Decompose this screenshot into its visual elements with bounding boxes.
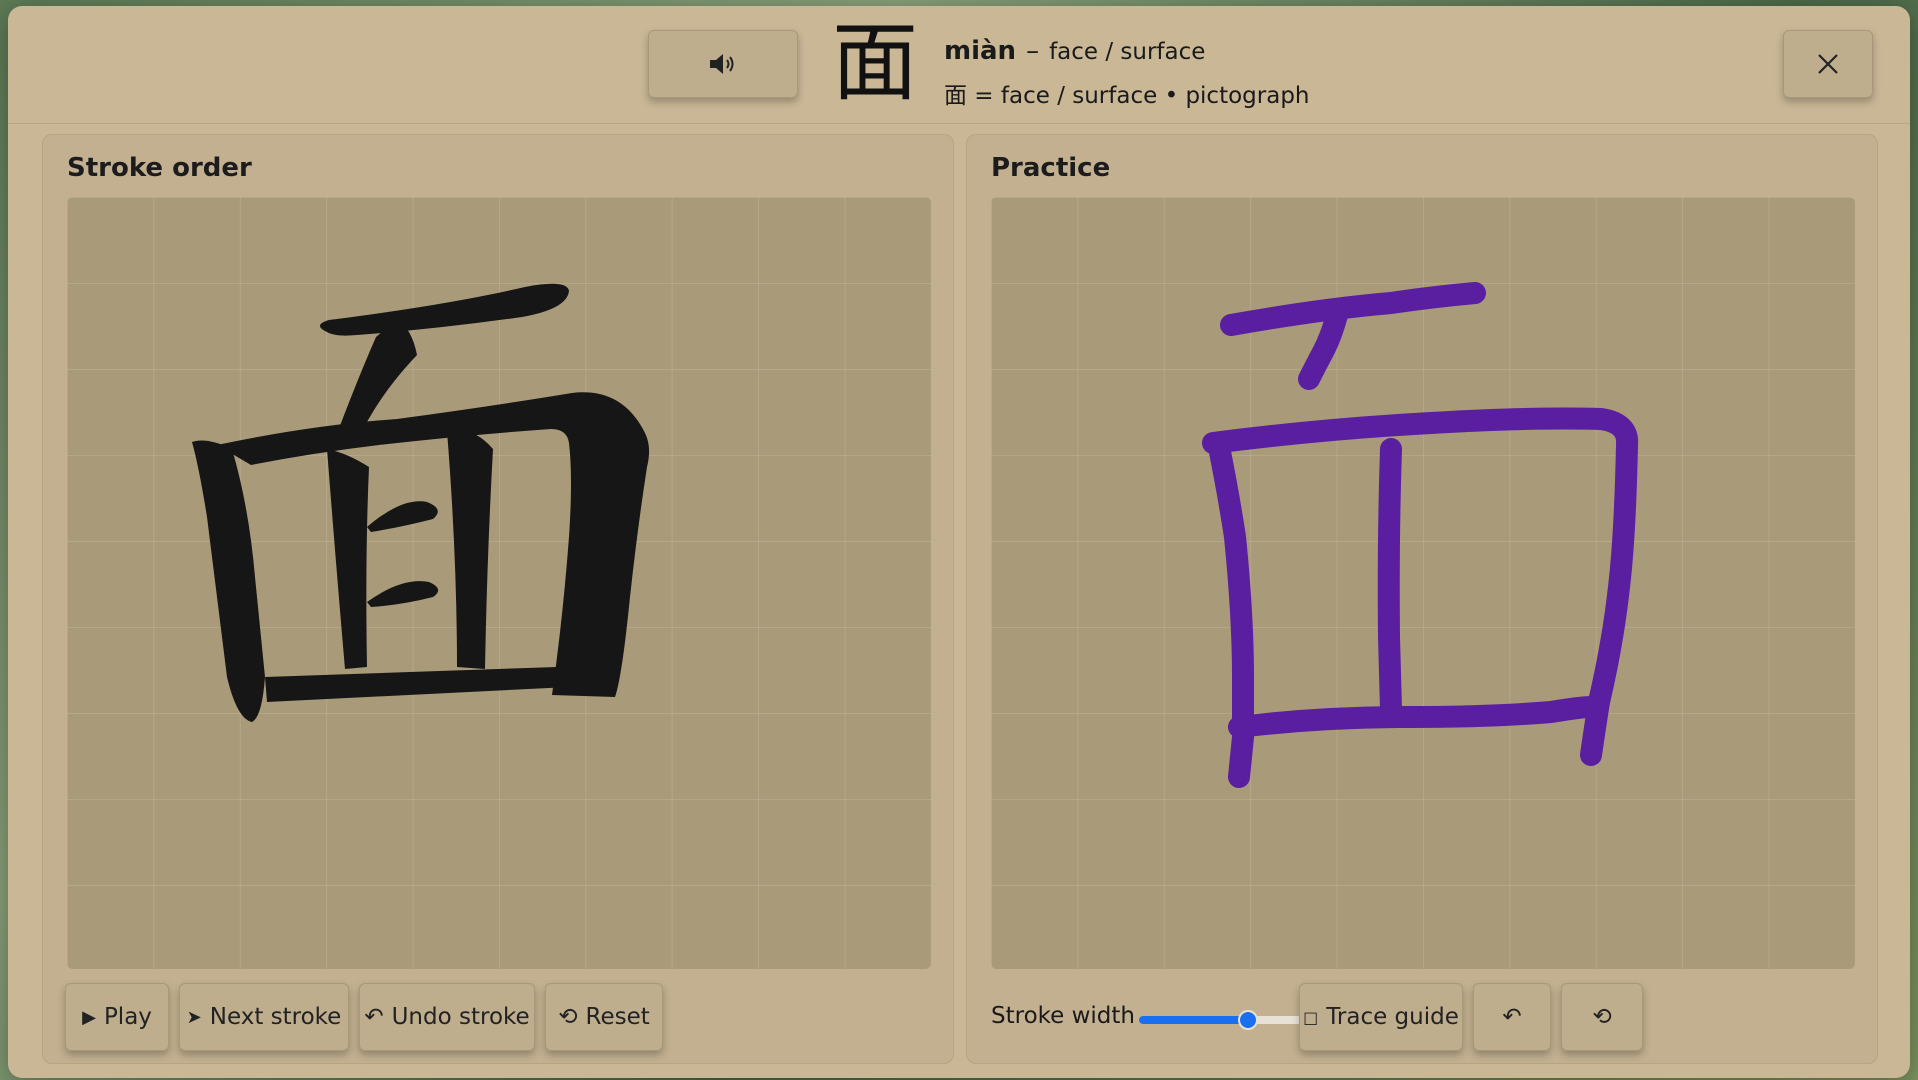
close-icon — [1818, 54, 1838, 74]
character-glyph: 面 — [832, 13, 918, 113]
character-breakdown: 面 = face / surface • pictograph — [944, 83, 1310, 109]
play-icon: ▶ — [82, 1006, 96, 1028]
practice-strokes — [1202, 282, 1639, 788]
undo-icon: ↶ — [364, 1004, 384, 1030]
stroke-order-character — [192, 283, 650, 722]
stroke-order-title: Stroke order — [67, 153, 252, 183]
stroke-order-panel: Stroke order ▶ Play ➤ Next stroke ↶ Undo… — [42, 134, 954, 1064]
separator-dash: – — [1026, 36, 1040, 66]
trace-guide-button[interactable]: □ Trace guide — [1299, 983, 1463, 1051]
stroke-order-canvas — [67, 197, 931, 969]
play-button[interactable]: ▶ Play — [65, 983, 169, 1051]
gloss: face / surface — [1049, 39, 1206, 65]
character-meaning-line: miàn – face / surface — [944, 36, 1205, 66]
reset-button[interactable]: ⟲ Reset — [545, 983, 663, 1051]
play-label: Play — [103, 1004, 152, 1030]
next-stroke-icon: ➤ — [186, 1006, 202, 1028]
practice-canvas[interactable] — [991, 197, 1855, 969]
undo-icon: ↶ — [1502, 1004, 1522, 1030]
next-stroke-label: Next stroke — [209, 1004, 342, 1030]
practice-undo-button[interactable]: ↶ — [1473, 983, 1551, 1051]
next-stroke-button[interactable]: ➤ Next stroke — [179, 983, 349, 1051]
play-sound-button[interactable] — [648, 30, 798, 98]
reset-label: Reset — [585, 1004, 650, 1030]
slider-thumb[interactable] — [1238, 1010, 1259, 1030]
reset-icon: ⟲ — [1592, 1004, 1612, 1030]
trace-guide-icon: □ — [1303, 1007, 1319, 1027]
slider-fill — [1139, 1016, 1249, 1024]
speaker-icon — [710, 54, 734, 74]
character-practice-window: 面 miàn – face / surface 面 = face / surface… — [8, 6, 1910, 1078]
undo-stroke-label: Undo stroke — [391, 1004, 530, 1030]
close-button[interactable] — [1783, 30, 1873, 98]
pinyin: miàn — [944, 36, 1017, 66]
trace-guide-label: Trace guide — [1326, 1004, 1459, 1030]
practice-panel: Practice Stroke width □ Trace guide ↶ ⟲ — [966, 134, 1878, 1064]
practice-reset-button[interactable]: ⟲ — [1561, 983, 1643, 1051]
practice-title: Practice — [991, 153, 1111, 183]
undo-stroke-button[interactable]: ↶ Undo stroke — [359, 983, 535, 1051]
stroke-width-label: Stroke width — [991, 1003, 1135, 1029]
reset-icon: ⟲ — [558, 1004, 578, 1030]
header-bar: 面 miàn – face / surface 面 = face / surface… — [8, 6, 1910, 124]
